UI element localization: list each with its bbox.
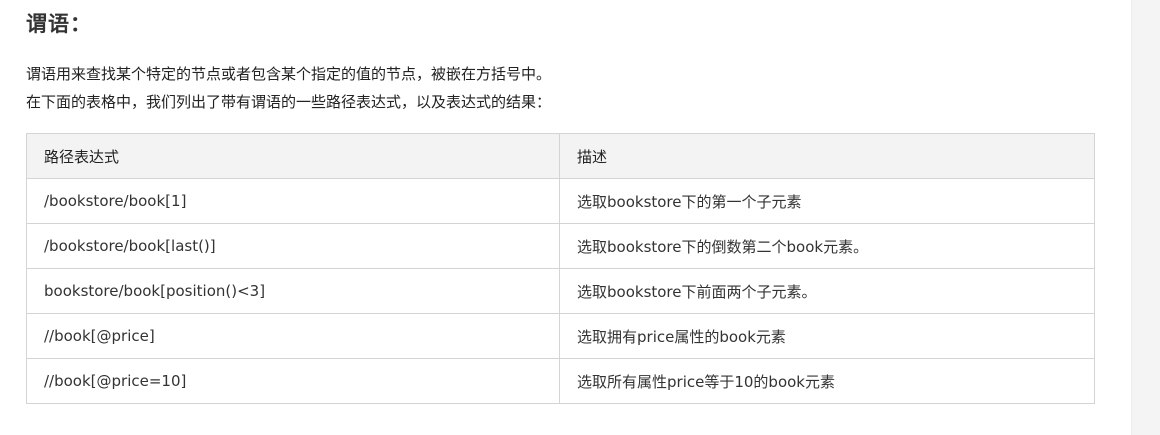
description-cell: 选取bookstore下前面两个子元素。 — [559, 268, 1095, 314]
description-cell: 选取bookstore下的倒数第二个book元素。 — [559, 223, 1095, 269]
table-row: /bookstore/book[1] 选取bookstore下的第一个子元素 — [26, 178, 1095, 224]
header-description: 描述 — [559, 133, 1095, 179]
header-path-expression: 路径表达式 — [26, 133, 560, 179]
table-row: bookstore/book[position()<3] 选取bookstore… — [26, 268, 1095, 314]
table-intro-paragraph: 在下面的表格中，我们列出了带有谓语的一些路径表达式，以及表达式的结果： — [26, 93, 552, 111]
table-row: //book[@price=10] 选取所有属性price等于10的book元素 — [26, 358, 1095, 404]
intro-paragraph: 谓语用来查找某个特定的节点或者包含某个指定的值的节点，被嵌在方括号中。 — [26, 65, 552, 83]
description-cell: 选取所有属性price等于10的book元素 — [559, 358, 1095, 404]
description-cell: 选取拥有price属性的book元素 — [559, 313, 1095, 359]
table-row: /bookstore/book[last()] 选取bookstore下的倒数第… — [26, 223, 1095, 269]
predicate-table: 路径表达式 描述 /bookstore/book[1] 选取bookstore下… — [26, 133, 1095, 404]
path-expression-cell: /bookstore/book[last()] — [26, 223, 560, 269]
table-row: //book[@price] 选取拥有price属性的book元素 — [26, 313, 1095, 359]
path-expression-cell: //book[@price=10] — [26, 358, 560, 404]
path-expression-cell: /bookstore/book[1] — [26, 178, 560, 224]
table-header-row: 路径表达式 描述 — [26, 133, 1095, 179]
vertical-scrollbar[interactable] — [1131, 0, 1160, 435]
path-expression-cell: //book[@price] — [26, 313, 560, 359]
page: 谓语： 谓语用来查找某个特定的节点或者包含某个指定的值的节点，被嵌在方括号中。 … — [0, 0, 1160, 435]
path-expression-cell: bookstore/book[position()<3] — [26, 268, 560, 314]
section-heading: 谓语： — [26, 11, 92, 36]
description-cell: 选取bookstore下的第一个子元素 — [559, 178, 1095, 224]
